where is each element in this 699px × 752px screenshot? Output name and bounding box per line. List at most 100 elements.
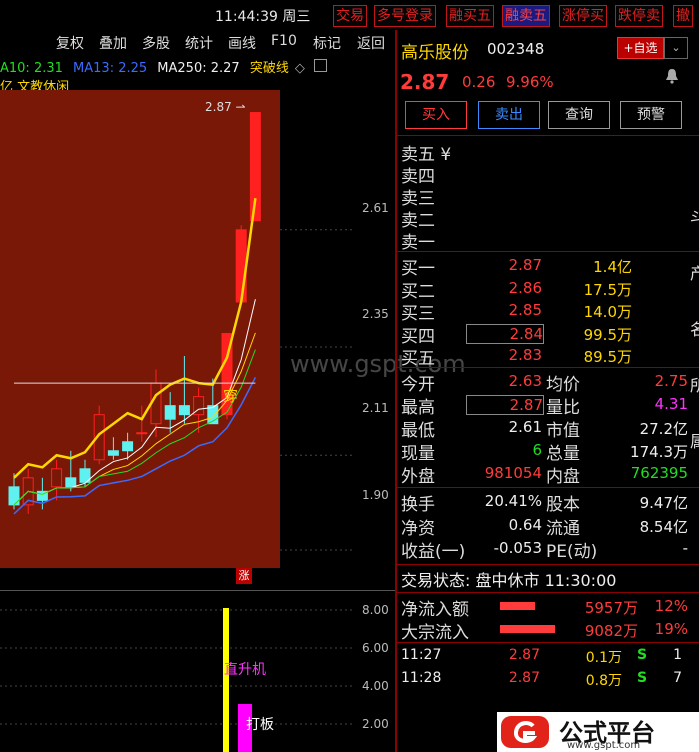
margin-sell-five-button[interactable]: 融卖五 <box>502 5 550 27</box>
multi-login-button[interactable]: 多号登录 <box>374 5 436 27</box>
stat-value: 2.61 <box>508 418 542 436</box>
buy-level-label: 买三 <box>401 304 435 324</box>
indicator-axis-label: 8.00 <box>362 603 389 617</box>
chuan-signal-label: 穿 <box>223 387 239 405</box>
sell-level-1: 卖一 <box>401 233 435 253</box>
buy-level-price[interactable]: 2.83 <box>466 346 542 364</box>
stat-label: 收益(一) <box>401 542 466 562</box>
limit-down-sell-button[interactable]: 跌停卖 <box>615 5 663 27</box>
stat-value: 27.2亿 <box>639 420 688 438</box>
stat-value: 2.63 <box>508 372 542 390</box>
ma-legend: A10: 2.31 MA13: 2.25 MA250: 2.27 突破线 ◇ <box>0 57 311 76</box>
indicator-axis-label: 4.00 <box>362 679 389 693</box>
candle <box>136 432 148 435</box>
stat-label: 量比 <box>546 398 580 418</box>
tick-count: 7 <box>673 670 682 686</box>
stat-label: 换手 <box>401 495 435 515</box>
buy-level-volume: 99.5万 <box>583 325 632 344</box>
ma13-line <box>13 377 257 515</box>
buy-button[interactable]: 买入 <box>405 101 467 129</box>
price-axis-label: 2.11 <box>362 401 389 415</box>
tick-time: 11:28 <box>401 670 442 686</box>
cancel-order-button[interactable]: 撤 <box>673 5 693 27</box>
price-axis-label: 2.35 <box>362 307 389 321</box>
overlay-button[interactable]: 叠加 <box>99 33 127 53</box>
flow-percent: 19% <box>654 620 688 638</box>
limit-up-buy-button[interactable]: 涨停买 <box>559 5 607 27</box>
f10-button[interactable]: F10 <box>271 33 297 49</box>
indicator-panel <box>0 608 355 752</box>
chevron-down-icon[interactable]: ⌄ <box>664 37 688 59</box>
flow-label: 大宗流入 <box>401 623 469 643</box>
tick-volume: 0.8万 <box>585 673 622 689</box>
statistics-button[interactable]: 统计 <box>185 33 213 53</box>
tick-price: 2.87 <box>508 670 540 686</box>
stock-code: 002348 <box>487 40 545 58</box>
buy-level-label: 买二 <box>401 281 435 302</box>
buy-level-label: 买五 <box>401 349 435 369</box>
limit-up-tag: 涨 <box>236 568 252 584</box>
candle <box>51 468 63 488</box>
query-button[interactable]: 查询 <box>548 101 610 129</box>
diamond-icon: ◇ <box>294 61 305 76</box>
stat-value: 9.47亿 <box>639 494 688 512</box>
add-favorite-button[interactable]: +自选 <box>617 37 664 59</box>
tick-price: 2.87 <box>508 647 540 663</box>
row-separator <box>397 564 699 565</box>
fq-button[interactable]: 复权 <box>56 33 84 53</box>
mark-button[interactable]: 标记 <box>313 33 341 53</box>
multi-stock-button[interactable]: 多股 <box>142 33 170 53</box>
flow-value: 5957万 <box>584 599 638 617</box>
sell-button[interactable]: 卖出 <box>478 101 540 129</box>
back-button[interactable]: 返回 <box>357 33 385 53</box>
logo-url: www.gspt.com <box>567 740 641 751</box>
margin-buy-five-button[interactable]: 融买五 <box>446 5 494 27</box>
ma13-label: MA13: 2.25 <box>73 61 148 76</box>
stat-value: 6 <box>532 441 542 459</box>
trade-button[interactable]: 交易 <box>333 5 367 27</box>
buy-level-price[interactable]: 2.87 <box>466 256 542 274</box>
stat-value: 20.41% <box>484 492 542 510</box>
buy-level-price[interactable]: 2.85 <box>466 301 542 319</box>
price-change-percent: 9.96% <box>506 73 554 91</box>
buy-level-volume: 89.5万 <box>583 348 632 366</box>
stat-value: 0.64 <box>508 515 542 534</box>
tick-side: S <box>637 670 648 686</box>
tick-side: S <box>637 647 648 663</box>
stat-value: - <box>682 539 688 557</box>
flow-label: 净流入额 <box>401 600 469 620</box>
draw-line-button[interactable]: 画线 <box>228 33 256 53</box>
stat-label: 最高 <box>401 398 435 418</box>
zhishengji-bar <box>223 608 229 752</box>
gspt-logo: 公式平台 www.gspt.com <box>497 712 699 752</box>
legend-toggle-icon[interactable] <box>314 59 327 72</box>
indicator-axis-label: 2.00 <box>362 717 389 731</box>
buy-level-price[interactable]: 2.84 <box>466 323 544 344</box>
candle <box>235 229 247 303</box>
trading-status: 交易状态: 盘中休市 11:30:00 <box>401 571 617 590</box>
watermark: www.gspt.com <box>290 350 466 378</box>
ma5-line <box>13 299 256 506</box>
zhishengji-label: 直升机 <box>224 662 266 678</box>
tick-volume: 0.1万 <box>585 650 622 666</box>
candle <box>164 405 176 420</box>
stat-value: 4.31 <box>654 395 688 413</box>
bell-icon[interactable] <box>664 68 680 84</box>
row-separator <box>397 135 699 136</box>
current-price: 2.87 <box>400 70 450 94</box>
indicator-axis-label: 6.00 <box>362 641 389 655</box>
row-separator <box>397 642 699 643</box>
stock-name: 高乐股份 <box>401 43 469 63</box>
stat-value: 2.87 <box>466 395 544 415</box>
price-change: 0.26 <box>462 73 496 91</box>
flow-value: 9082万 <box>584 622 638 640</box>
stat-label: 现量 <box>401 444 435 464</box>
stat-label: 外盘 <box>401 467 435 487</box>
side-panel-clip: 斗产名所属 <box>690 208 699 451</box>
row-separator <box>397 367 699 368</box>
ma10-label: A10: 2.31 <box>0 61 63 76</box>
panel-divider <box>395 30 397 752</box>
stat-label: 均价 <box>546 375 580 395</box>
alert-button[interactable]: 预警 <box>620 101 682 129</box>
buy-level-price[interactable]: 2.86 <box>466 279 542 297</box>
